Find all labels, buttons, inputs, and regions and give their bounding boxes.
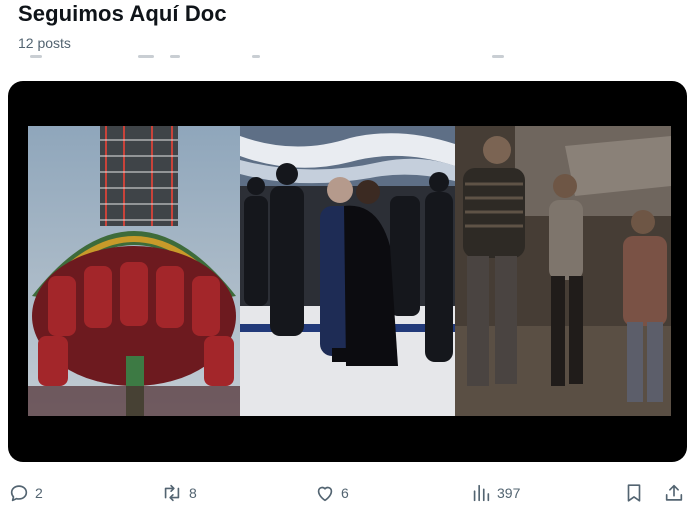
- share-icon: [665, 484, 683, 501]
- reply-count: 2: [35, 485, 43, 501]
- video-panel-dance-hall: [240, 126, 455, 416]
- repost-button[interactable]: 8: [160, 478, 197, 508]
- views-count: 397: [497, 485, 521, 501]
- profile-header: Seguimos Aquí Doc 12 posts: [0, 0, 512, 60]
- post-count: 12 posts: [18, 35, 71, 51]
- like-count: 6: [341, 485, 349, 501]
- profile-name: Seguimos Aquí Doc: [18, 1, 227, 26]
- tweet-video[interactable]: [8, 81, 687, 462]
- video-panel-dancing: [455, 126, 671, 416]
- clipped-tweet-text: [30, 55, 510, 59]
- video-panel-ride: [28, 126, 240, 416]
- repost-count: 8: [189, 485, 197, 501]
- tweet-actions: 2 8 6 397: [0, 478, 700, 508]
- views-button[interactable]: 397: [470, 478, 520, 508]
- repost-icon: [164, 484, 180, 502]
- bookmark-button[interactable]: [623, 478, 645, 508]
- share-button[interactable]: [663, 478, 685, 508]
- bookmark-icon: [627, 484, 641, 502]
- views-icon: [473, 484, 490, 502]
- like-icon: [317, 486, 333, 502]
- reply-icon: [10, 485, 28, 502]
- like-button[interactable]: 6: [314, 478, 349, 508]
- reply-button[interactable]: 2: [8, 478, 43, 508]
